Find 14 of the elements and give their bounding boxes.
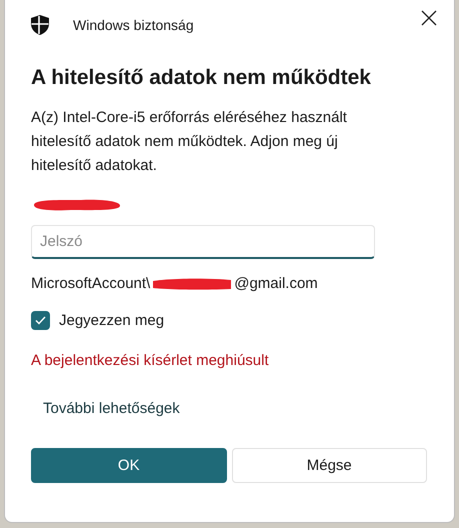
shield-icon <box>31 15 49 35</box>
remember-checkbox[interactable] <box>31 311 50 330</box>
message-text: A(z) Intel-Core-i5 erőforrás eléréséhez használt hitelesítő adatok nem működtek. Adjon meg új hitelesítő adatokat. <box>31 108 348 176</box>
check-icon <box>35 316 46 325</box>
cancel-button[interactable]: Mégse <box>232 448 427 483</box>
account-suffix: @gmail.com <box>234 275 318 292</box>
error-message: A bejelentkezési kísérlet meghiúsult <box>31 352 270 369</box>
account-prefix: MicrosoftAccount\ <box>31 275 150 292</box>
password-field[interactable]: Jelszó <box>31 225 375 259</box>
more-options-link[interactable]: További lehetőségek <box>43 400 180 417</box>
window-title: Windows biztonság <box>73 17 194 33</box>
ok-button[interactable]: OK <box>31 448 226 483</box>
dialog-heading: A hitelesítő adatok nem működtek <box>31 65 372 91</box>
checkbox-label[interactable]: Jegyezzen meg <box>59 312 164 329</box>
